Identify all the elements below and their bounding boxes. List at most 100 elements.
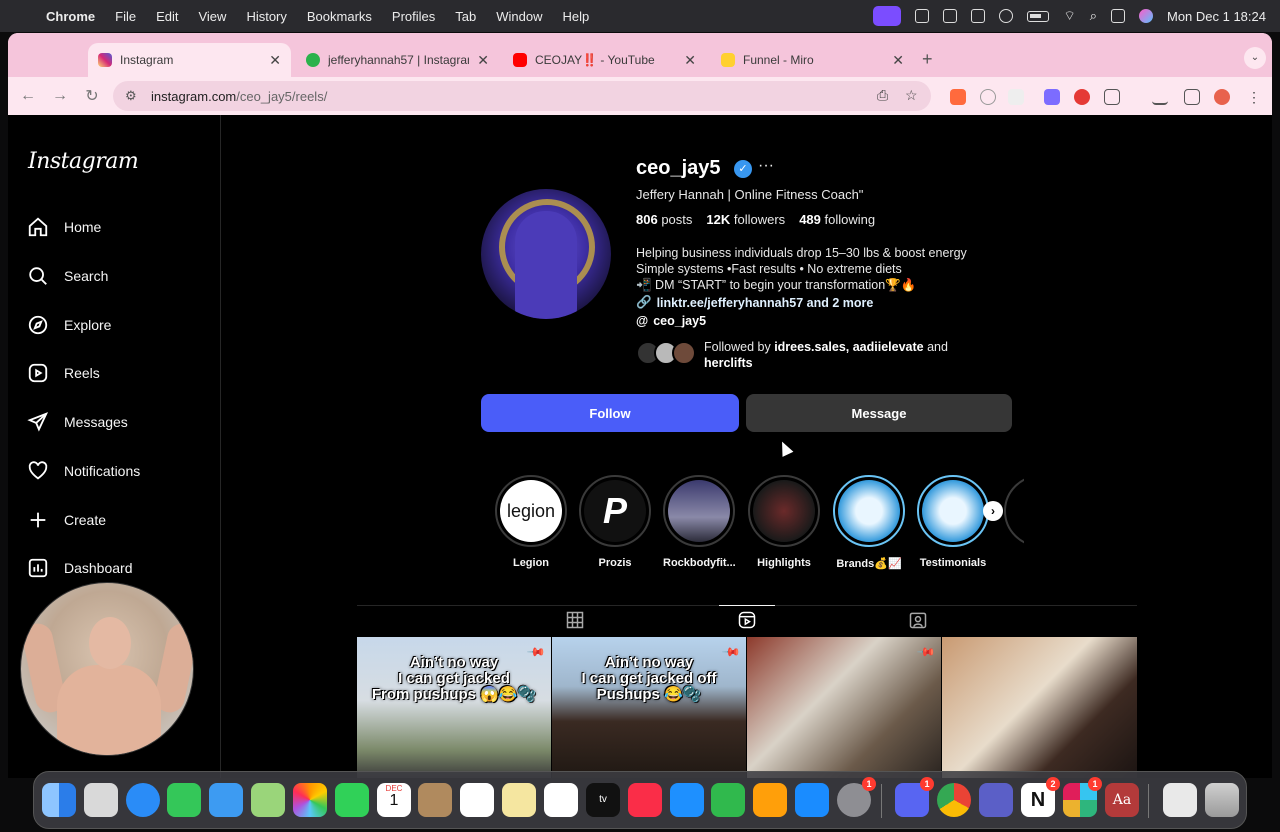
reading-list-icon[interactable]: [1184, 89, 1200, 105]
nav-search[interactable]: Search: [26, 264, 108, 288]
notion-icon[interactable]: N2: [1021, 777, 1060, 817]
tab-miro[interactable]: Funnel - Miro ✕: [711, 43, 914, 77]
chrome-icon[interactable]: [937, 783, 971, 817]
extensions-puzzle-icon[interactable]: [1104, 89, 1120, 105]
notion-tray-icon[interactable]: [943, 9, 958, 23]
facetime-icon[interactable]: [335, 783, 369, 817]
tab-jefferyhannah[interactable]: jefferyhannah57 | Instagram, ✕: [296, 43, 499, 77]
teams-icon[interactable]: [979, 783, 1013, 817]
menu-tab[interactable]: Tab: [445, 9, 486, 24]
contacts-icon[interactable]: [418, 783, 452, 817]
download-icon[interactable]: [1152, 89, 1168, 105]
close-tab-icon[interactable]: ✕: [892, 52, 904, 69]
nav-messages[interactable]: Messages: [26, 410, 128, 434]
highlight-highlights[interactable]: Highlights: [748, 475, 820, 569]
chrome-menu-icon[interactable]: ⋮: [1246, 89, 1262, 105]
instagram-logo[interactable]: Instagram: [28, 149, 139, 174]
profile-link[interactable]: 🔗 linktr.ee/jefferyhannah57 and 2 more: [636, 295, 873, 310]
address-bar[interactable]: ⚙ instagram.com/ceo_jay5/reels/ ⎙ ☆: [113, 81, 931, 111]
nav-notifications[interactable]: Notifications: [26, 459, 140, 483]
slack-icon[interactable]: 1: [1063, 777, 1102, 817]
apple-tv-icon[interactable]: tv: [586, 783, 620, 817]
highlight-testimonials[interactable]: Testimonials: [917, 475, 989, 569]
system-settings-icon[interactable]: 1: [837, 777, 876, 817]
reel-item[interactable]: Ain’t no way I can get jacked off Pushup…: [552, 637, 746, 778]
wifi-icon[interactable]: ⌔: [1063, 8, 1075, 24]
freeform-icon[interactable]: [544, 783, 578, 817]
menu-help[interactable]: Help: [553, 9, 600, 24]
menu-profiles[interactable]: Profiles: [382, 9, 445, 24]
nav-dashboard[interactable]: Dashboard: [26, 556, 133, 580]
extension-feather-icon[interactable]: [1008, 89, 1024, 105]
reel-item[interactable]: Ain’t no way I can get jacked From pushu…: [357, 637, 551, 778]
siri-icon[interactable]: [1138, 9, 1153, 23]
launchpad-icon[interactable]: [84, 783, 118, 817]
extension-play-icon[interactable]: [980, 89, 996, 105]
highlight-rockbodyfit[interactable]: Rockbodyfit...: [663, 475, 736, 569]
numbers-icon[interactable]: [711, 783, 745, 817]
reel-item[interactable]: 📌: [747, 637, 941, 778]
music-icon[interactable]: [628, 783, 662, 817]
photos-icon[interactable]: [293, 783, 327, 817]
downloads-folder-icon[interactable]: [1163, 783, 1197, 817]
forward-icon[interactable]: →: [44, 87, 76, 105]
keynote-icon[interactable]: [670, 783, 704, 817]
maps-icon[interactable]: [251, 783, 285, 817]
close-tab-icon[interactable]: ✕: [684, 52, 696, 69]
close-tab-icon[interactable]: ✕: [269, 52, 281, 69]
control-center-icon[interactable]: [1110, 9, 1125, 23]
menu-edit[interactable]: Edit: [146, 9, 188, 24]
highlight-brands[interactable]: Brands💰📈: [833, 475, 905, 570]
mail-icon[interactable]: [209, 783, 243, 817]
tab-youtube[interactable]: CEOJAY‼️ - YouTube ✕: [503, 43, 706, 77]
nav-reels[interactable]: Reels: [26, 361, 100, 385]
install-app-icon[interactable]: ⎙: [877, 87, 893, 103]
messages-app-icon[interactable]: [167, 783, 201, 817]
extension-icon[interactable]: [950, 89, 966, 105]
new-tab-icon[interactable]: +: [922, 49, 933, 70]
menu-window[interactable]: Window: [486, 9, 552, 24]
spotlight-icon[interactable]: ⌕: [1090, 8, 1097, 24]
following-stat[interactable]: 489 following: [799, 212, 875, 227]
finder-icon[interactable]: [42, 783, 76, 817]
chevron-right-icon[interactable]: ›: [983, 501, 1003, 521]
message-button[interactable]: Message: [746, 394, 1012, 432]
tab-tagged[interactable]: [890, 606, 946, 634]
extension-red-icon[interactable]: [1074, 89, 1090, 105]
menu-bookmarks[interactable]: Bookmarks: [297, 9, 382, 24]
tab-posts[interactable]: [547, 606, 603, 634]
site-info-icon[interactable]: ⚙: [125, 88, 141, 104]
dictionary-icon[interactable]: Aa: [1105, 783, 1139, 817]
screen-recorder-icon[interactable]: [873, 6, 902, 26]
profile-avatar-icon[interactable]: [1214, 89, 1230, 105]
highlight-legion[interactable]: legion Legion: [495, 475, 567, 569]
nav-explore[interactable]: Explore: [26, 313, 111, 337]
menu-app-name[interactable]: Chrome: [46, 9, 105, 24]
clock[interactable]: Mon Dec 1 18:24: [1167, 9, 1266, 24]
nav-create[interactable]: Create: [26, 508, 106, 532]
highlight-prozis[interactable]: P Prozis: [579, 475, 651, 569]
menu-view[interactable]: View: [188, 9, 236, 24]
app-store-icon[interactable]: [795, 783, 829, 817]
pages-icon[interactable]: [753, 783, 787, 817]
followers-stat[interactable]: 12K followers: [706, 212, 785, 227]
discord-icon[interactable]: 1: [895, 777, 934, 817]
nav-home[interactable]: Home: [26, 215, 101, 239]
safari-icon[interactable]: [126, 783, 160, 817]
reminders-icon[interactable]: [460, 783, 494, 817]
tab-instagram[interactable]: Instagram ✕: [88, 43, 291, 77]
trash-icon[interactable]: [1205, 783, 1239, 817]
profile-avatar[interactable]: [481, 189, 611, 319]
notes-icon[interactable]: [502, 783, 536, 817]
calendar-icon[interactable]: DEC 1: [377, 783, 411, 817]
menu-file[interactable]: File: [105, 9, 146, 24]
back-icon[interactable]: ←: [12, 87, 44, 105]
settings-tray-icon[interactable]: [915, 9, 930, 23]
reload-icon[interactable]: ↻: [76, 86, 108, 106]
more-options-icon[interactable]: ···: [758, 157, 774, 175]
tab-reels[interactable]: [719, 605, 775, 633]
close-tab-icon[interactable]: ✕: [477, 52, 489, 69]
bookmark-star-icon[interactable]: ☆: [905, 87, 921, 103]
followed-by[interactable]: Followed by idrees.sales, aadiielevate a…: [636, 339, 964, 371]
slack-tray-icon[interactable]: [971, 9, 986, 23]
